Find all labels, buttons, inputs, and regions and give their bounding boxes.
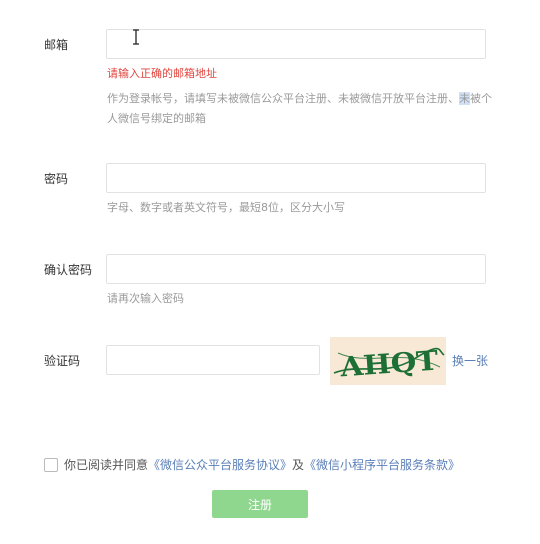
checkbox-icon[interactable] bbox=[44, 458, 58, 472]
refresh-captcha-link[interactable]: 换一张 bbox=[452, 353, 488, 369]
captcha-image[interactable]: AHQT bbox=[330, 337, 446, 385]
agreement-conjunction: 及 bbox=[292, 458, 305, 472]
service-agreement-link[interactable]: 《微信公众平台服务协议》 bbox=[148, 457, 292, 473]
password-hint: 字母、数字或者英文符号，最短8位，区分大小写 bbox=[107, 201, 345, 214]
confirm-password-hint: 请再次输入密码 bbox=[107, 292, 184, 305]
email-label: 邮箱 bbox=[44, 38, 69, 52]
agreement-prefix: 你已阅读并同意 bbox=[64, 458, 149, 472]
mini-program-terms-link[interactable]: 《微信小程序平台服务条款》 bbox=[304, 457, 460, 473]
password-input[interactable] bbox=[106, 163, 486, 193]
text-selection-highlight: 未 bbox=[459, 92, 470, 105]
email-hint-text-mid: 册、 bbox=[437, 92, 459, 105]
password-label: 密码 bbox=[44, 172, 69, 186]
agreement-row: 你已阅读并同意 《微信公众平台服务协议》 及 《微信小程序平台服务条款》 bbox=[44, 457, 460, 473]
register-button[interactable]: 注册 bbox=[212, 490, 308, 518]
text-cursor-icon bbox=[133, 29, 139, 45]
captcha-label: 验证码 bbox=[44, 354, 81, 368]
confirm-password-label: 确认密码 bbox=[44, 263, 93, 277]
captcha-input[interactable] bbox=[106, 345, 320, 375]
email-error-message: 请输入正确的邮箱地址 bbox=[107, 67, 217, 80]
confirm-password-input[interactable] bbox=[106, 254, 486, 284]
email-input[interactable] bbox=[106, 29, 486, 59]
email-hint-text: 作为登录帐号，请填写未被微信公众平台注册、未被微信开放平台注 bbox=[107, 92, 437, 105]
email-hint: 作为登录帐号，请填写未被微信公众平台注册、未被微信开放平台注册、未被个人微信号绑… bbox=[107, 89, 492, 129]
